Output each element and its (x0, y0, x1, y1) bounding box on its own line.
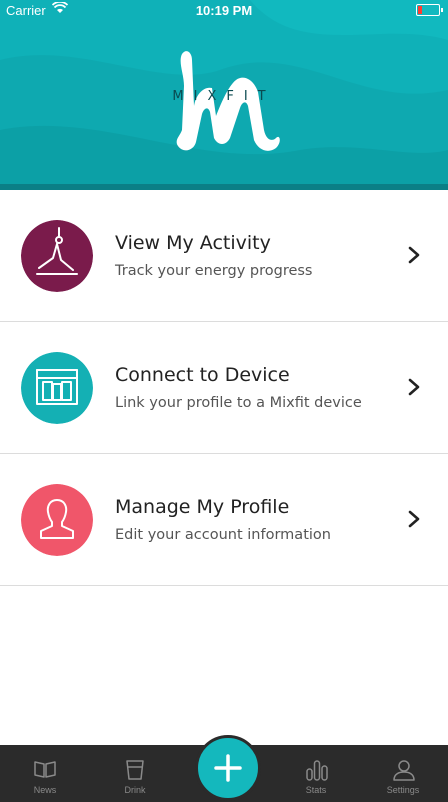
menu-item-connect-device[interactable]: Connect to Device Link your profile to a… (0, 322, 448, 454)
plus-icon (214, 754, 242, 782)
status-time: 10:19 PM (195, 3, 253, 18)
app-header: Carrier 10:19 PM MIXFIT (0, 0, 448, 184)
chevron-right-icon (408, 246, 420, 264)
logo-text: MIXFIT (172, 89, 276, 104)
device-icon (21, 352, 93, 424)
person-icon (393, 760, 415, 781)
cup-icon (126, 760, 144, 780)
tab-label: Drink (124, 785, 146, 795)
tab-label: Stats (305, 785, 327, 795)
yoga-icon (21, 220, 93, 292)
menu-item-subtitle: Edit your account information (115, 527, 331, 543)
tab-news[interactable]: News (0, 745, 90, 802)
menu-item-subtitle: Link your profile to a Mixfit device (115, 395, 362, 411)
tab-stats[interactable]: Stats (271, 745, 361, 802)
menu-item-title: Manage My Profile (115, 496, 290, 518)
chevron-right-icon (408, 510, 420, 528)
menu-item-subtitle: Track your energy progress (115, 263, 313, 279)
tab-label: News (33, 785, 57, 795)
add-button[interactable] (195, 735, 261, 801)
menu-item-title: View My Activity (115, 232, 271, 254)
status-bar: Carrier 10:19 PM (0, 0, 448, 22)
menu-item-manage-profile[interactable]: Manage My Profile Edit your account info… (0, 454, 448, 586)
profile-icon (21, 484, 93, 556)
battery-icon (416, 4, 443, 16)
menu-item-view-activity[interactable]: View My Activity Track your energy progr… (0, 190, 448, 322)
menu-item-title: Connect to Device (115, 364, 290, 386)
tab-drink[interactable]: Drink (90, 745, 180, 802)
bar-chart-icon (306, 760, 328, 781)
tab-settings[interactable]: Settings (358, 745, 448, 802)
book-icon (34, 761, 56, 778)
menu-list: View My Activity Track your energy progr… (0, 190, 448, 586)
tab-label: Settings (386, 785, 420, 795)
chevron-right-icon (408, 378, 420, 396)
